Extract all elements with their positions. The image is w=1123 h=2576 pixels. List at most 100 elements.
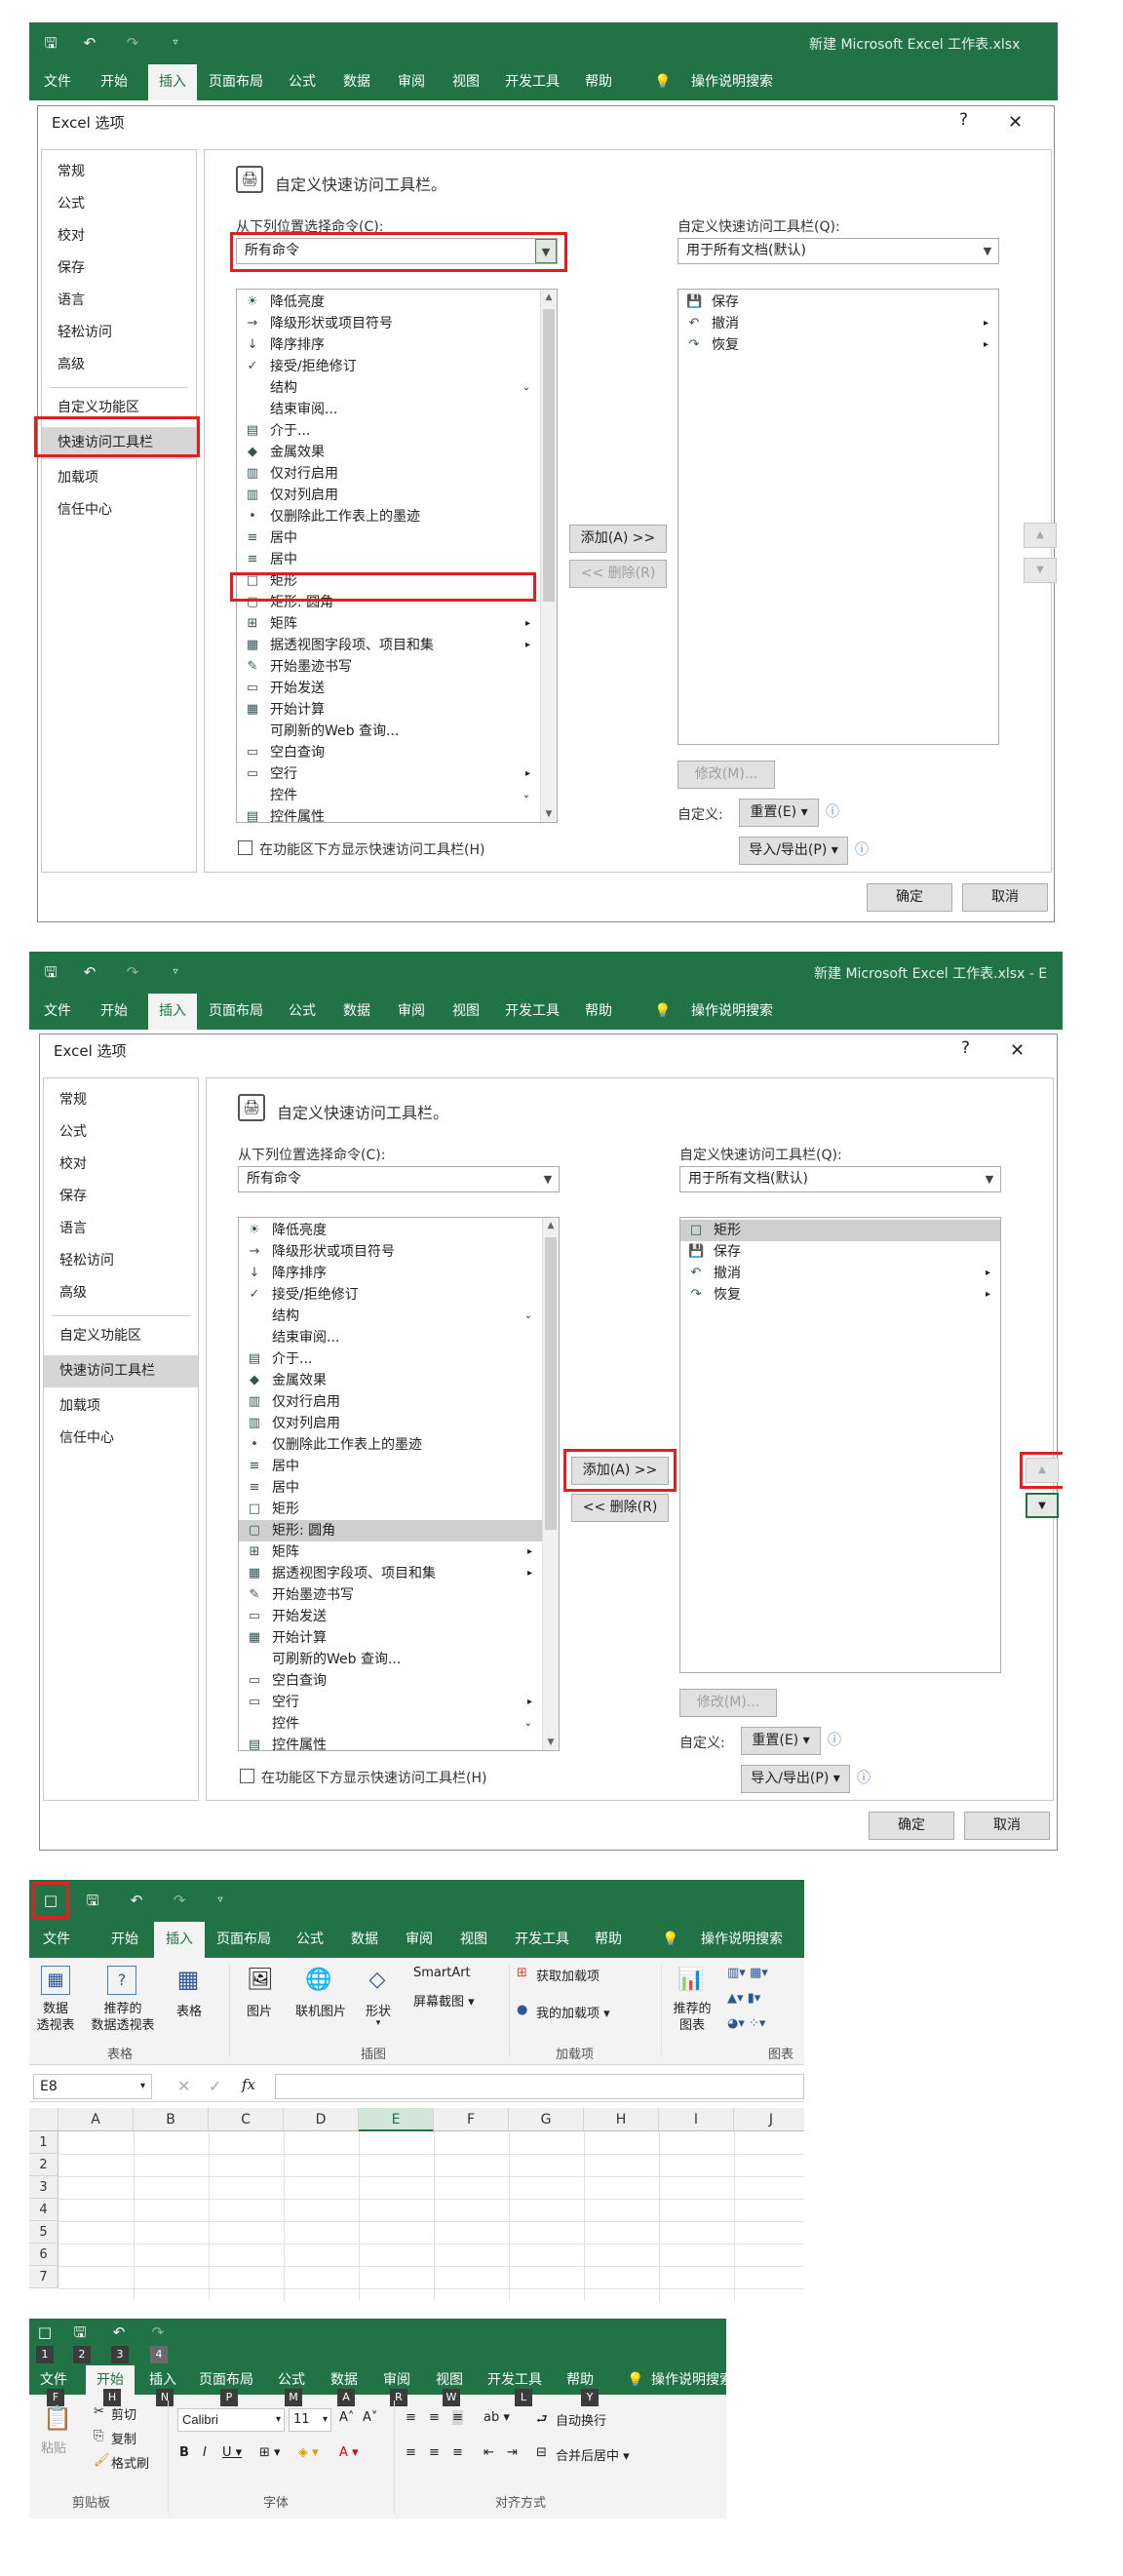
tell-me-search[interactable]: 操作说明搜索 [678, 64, 786, 100]
tab-help[interactable]: 帮助 [571, 64, 626, 100]
tab-page-layout[interactable]: 页面布局 [197, 64, 275, 100]
modify-button[interactable]: 修改(M)... [678, 761, 775, 789]
column-header[interactable]: F [434, 2108, 509, 2131]
nav-save[interactable]: 保存 [42, 253, 196, 285]
list-item[interactable]: ≡ 居中 [239, 1456, 542, 1477]
list-item[interactable]: ⊞ 矩阵 ▸ [237, 613, 540, 635]
tab-insert[interactable]: 插入 [148, 64, 197, 100]
align-middle-icon[interactable]: ≡ [429, 2410, 440, 2425]
line-chart-icon[interactable]: ▲▾ ▮▾ [727, 1991, 760, 2006]
nav-advanced[interactable]: 高级 [44, 1277, 198, 1309]
list-item[interactable]: 💾 保存 [680, 1241, 1000, 1263]
list-item[interactable]: ↶ 撤消 ▸ [680, 1263, 1000, 1284]
tab-file[interactable]: 文件 [29, 994, 86, 1030]
cut-button[interactable]: 剪切 [111, 2404, 136, 2423]
list-item[interactable]: • 仅删除此工作表上的墨迹 [237, 506, 540, 527]
list-item[interactable]: □ 矩形 [680, 1220, 1000, 1241]
enter-icon[interactable]: ✓ [209, 2077, 221, 2095]
list-item[interactable]: 结束审阅... [239, 1327, 542, 1348]
nav-general[interactable]: 常规 [42, 156, 196, 188]
list-item[interactable]: ▤ 介于... [237, 420, 540, 442]
italic-icon[interactable]: I [203, 2445, 207, 2460]
increase-indent-icon[interactable]: ⇥ [507, 2445, 518, 2460]
formula-input[interactable] [275, 2074, 804, 2099]
list-item[interactable]: ≡ 居中 [237, 549, 540, 570]
list-item[interactable]: 结束审阅... [237, 399, 540, 420]
tab-formulas[interactable]: 公式 [283, 1922, 337, 1958]
move-down-button[interactable]: ▼ [1024, 558, 1057, 583]
chevron-down-icon[interactable]: ▾ [323, 2409, 328, 2431]
list-item[interactable]: ▭ 开始发送 [237, 678, 540, 699]
customize-qat-icon[interactable]: ▿ [211, 1891, 230, 1910]
list-item[interactable]: ▥ 仅对列启用 [239, 1413, 542, 1434]
nav-quick-access-toolbar[interactable]: 快速访问工具栏 [44, 1355, 198, 1387]
show-below-checkbox[interactable] [240, 1769, 254, 1783]
table-button[interactable]: 表格 [170, 2001, 209, 2019]
list-item[interactable]: ✓ 接受/拒绝修订 [239, 1284, 542, 1306]
paste-button[interactable]: 粘贴 [41, 2438, 66, 2456]
tab-home[interactable]: 开始 [86, 994, 142, 1030]
tab-page-layout[interactable]: 页面布局 [205, 1922, 283, 1958]
list-item[interactable]: ↓ 降序排序 [237, 334, 540, 356]
list-item[interactable]: ▤ 介于... [239, 1348, 542, 1370]
redo-icon[interactable]: ↷ [123, 962, 142, 982]
list-item[interactable]: □ 矩形 [239, 1499, 542, 1520]
qat-list[interactable]: □ 矩形 💾 保存 ↶ 撤消 ▸ ↷ 恢复 ▸ [679, 1217, 1001, 1673]
list-item[interactable]: ≡ 居中 [239, 1477, 542, 1499]
font-size-box[interactable]: 11 ▾ [289, 2408, 331, 2432]
tab-view[interactable]: 视图 [439, 64, 493, 100]
commands-list[interactable]: ☀ 降低亮度 → 降级形状或项目符号 ↓ 降序排序 ✓ 接受/拒绝修订 结构 ⌄ 结束审阅... ▤ 介… [236, 289, 558, 823]
align-left-icon[interactable]: ≡ [406, 2445, 416, 2460]
tab-formulas[interactable]: 公式 [275, 994, 329, 1030]
list-item[interactable]: • 仅删除此工作表上的墨迹 [239, 1434, 542, 1456]
nav-trust-center[interactable]: 信任中心 [42, 494, 196, 527]
list-item[interactable]: 可刷新的Web 查询... [239, 1649, 542, 1670]
list-item[interactable]: ▤ 控件属性 [239, 1735, 542, 1750]
list-item[interactable]: ▭ 开始发送 [239, 1606, 542, 1627]
screenshot-button[interactable]: 屏幕截图 ▾ [413, 1991, 475, 2010]
tab-review[interactable]: 审阅 [392, 1922, 446, 1958]
chevron-down-icon[interactable]: ▼ [977, 239, 998, 263]
rectangle-qat-icon[interactable]: □ [35, 2322, 55, 2342]
list-item[interactable]: ↷ 恢复 ▸ [680, 1284, 1000, 1306]
smartart-button[interactable]: SmartArt [413, 1966, 471, 1980]
tab-help[interactable]: 帮助 [581, 1922, 636, 1958]
chevron-down-icon[interactable]: ▾ [140, 2075, 145, 2098]
get-addins-button[interactable]: 获取加载项 [536, 1966, 600, 1984]
list-item[interactable]: 💾 保存 [678, 292, 998, 313]
cancel-button[interactable]: 取消 [962, 883, 1048, 912]
show-below-checkbox[interactable] [238, 840, 252, 855]
wrap-text-button[interactable]: 自动换行 [556, 2410, 606, 2429]
add-button[interactable]: 添加(A) >> [569, 525, 667, 553]
pictures-button[interactable]: 图片 [240, 2001, 279, 2019]
customize-qat-dropdown[interactable]: 用于所有文档(默认) ▼ [678, 238, 999, 264]
undo-icon[interactable]: ↶ [109, 2322, 129, 2342]
pie-chart-icon[interactable]: ◕▾ ⁘▾ [727, 2016, 765, 2031]
list-item[interactable]: ▥ 仅对行启用 [239, 1391, 542, 1413]
save-icon[interactable]: 🖫 [41, 962, 60, 982]
ok-button[interactable]: 确定 [867, 883, 952, 912]
list-item[interactable]: ▥ 仅对行启用 [237, 463, 540, 485]
list-item[interactable]: ▭ 空行 ▸ [239, 1692, 542, 1713]
remove-button[interactable]: << 删除(R) [569, 560, 667, 588]
save-icon[interactable]: 🖫 [70, 2322, 90, 2342]
close-icon[interactable]: ✕ [1010, 1040, 1025, 1061]
qat-list[interactable]: 💾 保存 ↶ 撤消 ▸ ↷ 恢复 ▸ [678, 289, 999, 745]
column-header[interactable]: A [58, 2108, 134, 2131]
row-header[interactable]: 1 [29, 2131, 58, 2154]
redo-icon[interactable]: ↷ [148, 2322, 168, 2342]
list-item[interactable]: ▭ 空白查询 [237, 742, 540, 763]
tell-me-search[interactable]: 操作说明搜索 [688, 1922, 795, 1958]
format-painter-button[interactable]: 格式刷 [111, 2453, 149, 2472]
tell-me-search[interactable]: 操作说明搜索 [678, 994, 786, 1030]
move-up-button[interactable]: ▲ [1024, 523, 1057, 548]
font-color-icon[interactable]: A ▾ [339, 2445, 359, 2460]
tab-file[interactable]: 文件 [29, 1922, 84, 1958]
modify-button[interactable]: 修改(M)... [679, 1689, 777, 1717]
list-item[interactable]: ▤ 控件属性 [237, 806, 540, 822]
scroll-down-icon[interactable]: ▼ [541, 806, 557, 822]
nav-addins[interactable]: 加载项 [42, 462, 196, 494]
list-item[interactable]: ✎ 开始墨迹书写 [239, 1584, 542, 1606]
bar-chart-icon[interactable]: ▥▾ ▦▾ [727, 1966, 768, 1980]
list-item[interactable]: ↷ 恢复 ▸ [678, 334, 998, 356]
